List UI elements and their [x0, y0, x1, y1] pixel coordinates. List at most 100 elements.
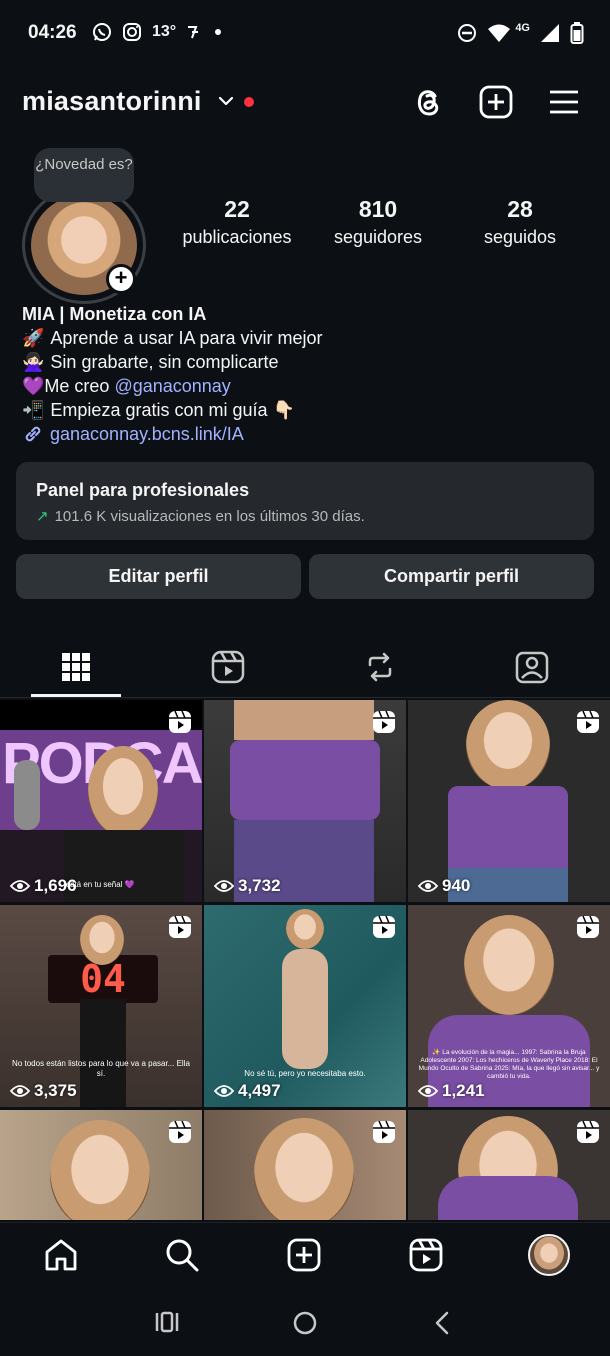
post-caption: está en tu señal 💜	[66, 880, 135, 889]
stat-label: publicaciones	[182, 227, 292, 247]
view-count: 3,375	[34, 1081, 77, 1100]
eye-icon	[214, 880, 234, 892]
grid-post[interactable]	[204, 1110, 406, 1220]
post-caption: ✨ La evolución de la magia... 1997: Sabr…	[418, 1049, 600, 1080]
username-switcher[interactable]: miasantorinni	[22, 86, 202, 117]
recents-icon[interactable]	[154, 1310, 180, 1334]
portrait	[286, 909, 324, 949]
grid-post[interactable]: No sé tú, pero yo necesitaba esto. 4,497	[204, 905, 406, 1107]
grid-post[interactable]: PODCAN 1,696 está en tu señal 💜	[0, 700, 202, 902]
active-tab-indicator	[31, 694, 121, 697]
edit-profile-button[interactable]: Editar perfil	[16, 554, 301, 599]
bio-line: 📲 Empieza gratis con mi guía 👇🏻	[22, 398, 323, 422]
purple-top	[438, 1176, 578, 1220]
outfit	[64, 830, 184, 902]
back-icon[interactable]	[432, 1310, 452, 1336]
bio-link-row[interactable]: ganaconnay.bcns.link/IA	[22, 422, 323, 446]
stat-posts[interactable]: 22 publicaciones	[164, 196, 310, 248]
status-time: 04:26	[28, 22, 77, 43]
view-count: 4,497	[238, 1081, 281, 1100]
panel-subtitle: 101.6 K visualizaciones en los últimos 3…	[54, 507, 365, 525]
tagged-icon	[515, 651, 549, 684]
notification-icon	[188, 26, 199, 39]
temperature: 13°	[152, 23, 177, 40]
threads-icon[interactable]	[410, 84, 446, 120]
posts-grid: PODCAN 1,696 está en tu señal 💜 3,732 94…	[0, 700, 610, 1220]
tab-reposts[interactable]	[304, 636, 456, 698]
post-caption: No sé tú, pero yo necesitaba esto.	[244, 1069, 366, 1078]
stat-label: seguidores	[333, 227, 423, 247]
profile-header: miasantorinni	[0, 78, 610, 130]
reel-icon	[373, 915, 395, 938]
eye-icon	[10, 1085, 30, 1097]
home-circle-icon[interactable]	[292, 1310, 318, 1336]
bio-line: 🙅🏻‍♀️ Sin grabarte, sin complicarte	[22, 350, 323, 374]
link-icon	[25, 426, 41, 442]
grid-post[interactable]: 04 No todos están listos para lo que va …	[0, 905, 202, 1107]
view-count: 1,241	[442, 1081, 485, 1100]
wifi-icon	[488, 24, 511, 42]
add-story-button[interactable]: +	[106, 264, 136, 294]
view-count: 3,732	[238, 876, 281, 895]
stat-label: seguidos	[483, 227, 557, 247]
note-bubble[interactable]: ¿Novedad es?	[34, 148, 134, 202]
stat-value: 28	[507, 196, 533, 222]
eye-icon	[214, 1085, 234, 1097]
tab-tagged[interactable]	[456, 636, 608, 698]
grid-post[interactable]: 940	[408, 700, 610, 902]
portrait	[50, 1120, 150, 1220]
stat-value: 22	[224, 196, 250, 222]
profile-avatar[interactable]	[528, 1234, 570, 1276]
bio-text: Empieza gratis con mi guía 👇🏻	[50, 400, 295, 420]
profile-tabs	[0, 636, 610, 698]
phone-arrow-emoji: 📲	[22, 400, 45, 420]
tab-grid[interactable]	[0, 636, 152, 698]
rocket-emoji: 🚀	[22, 328, 45, 348]
grid-post[interactable]	[408, 1110, 610, 1220]
reposts-icon	[368, 652, 392, 682]
whatsapp-icon	[93, 23, 111, 41]
post-caption: No todos están listos para lo que va a p…	[12, 1059, 190, 1078]
chevron-down-icon[interactable]	[217, 92, 235, 110]
microphone	[14, 760, 40, 830]
bottom-navigation	[0, 1222, 610, 1286]
portrait	[80, 915, 124, 965]
purple-top	[448, 786, 568, 876]
stat-following[interactable]: 28 seguidos	[462, 196, 578, 248]
mention-link[interactable]: @ganaconnay	[114, 374, 230, 398]
menu-icon[interactable]	[546, 84, 582, 120]
skin	[234, 700, 374, 740]
grid-icon	[62, 653, 90, 681]
signal-icon	[541, 24, 559, 42]
professional-dashboard[interactable]: Panel para profesionales ↗ 101.6 K visua…	[16, 462, 594, 540]
panel-title: Panel para profesionales	[36, 480, 250, 500]
reel-icon	[577, 915, 599, 938]
create-icon[interactable]	[286, 1237, 322, 1273]
bio-text: Aprende a usar IA para vivir mejor	[50, 328, 323, 348]
reel-icon	[169, 1120, 191, 1143]
portrait	[466, 700, 550, 790]
outfit	[80, 999, 126, 1107]
profile-bio: MIA | Monetiza con IA 🚀 Aprende a usar IA…	[22, 302, 323, 446]
share-profile-button[interactable]: Compartir perfil	[309, 554, 594, 599]
tab-reels[interactable]	[152, 636, 304, 698]
search-icon[interactable]	[164, 1237, 200, 1273]
grid-post[interactable]	[0, 1110, 202, 1220]
portrait	[254, 1118, 354, 1220]
eye-icon	[10, 880, 30, 892]
bio-link[interactable]: ganaconnay.bcns.link/IA	[50, 422, 244, 446]
new-post-icon[interactable]	[478, 84, 514, 120]
reels-icon[interactable]	[408, 1237, 444, 1273]
trend-up-icon: ↗	[36, 508, 49, 525]
reel-icon	[169, 710, 191, 733]
bio-text: Me creo	[44, 376, 115, 396]
home-icon[interactable]	[43, 1237, 79, 1273]
status-bar: 04:26 13° 4G	[0, 0, 610, 68]
dnd-icon	[458, 24, 477, 42]
reel-icon	[373, 1120, 395, 1143]
grid-post[interactable]: 3,732	[204, 700, 406, 902]
stat-followers[interactable]: 810 seguidores	[316, 196, 440, 248]
reel-icon	[577, 710, 599, 733]
notification-dot	[244, 97, 254, 107]
grid-post[interactable]: ✨ La evolución de la magia... 1997: Sabr…	[408, 905, 610, 1107]
